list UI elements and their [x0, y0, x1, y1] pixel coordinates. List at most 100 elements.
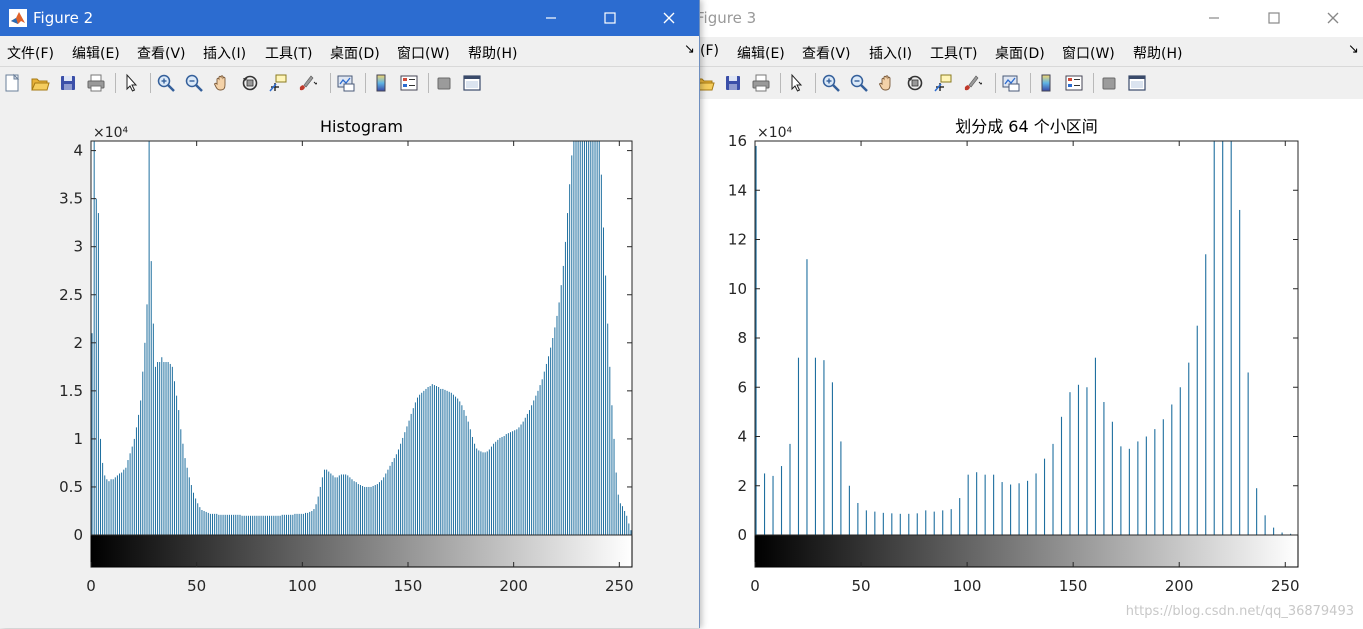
histogram-bar	[258, 515, 260, 535]
histogram-bar	[378, 482, 380, 535]
histogram-plot[interactable]: 0 0.5 1 1.5 2 2.5 3 3.5 4 0 50 100 150 200 250 ×10⁴ Hist…	[0, 99, 698, 628]
pointer-button[interactable]	[785, 72, 807, 94]
link-plot-button[interactable]	[335, 72, 357, 94]
histogram-bar	[397, 449, 399, 535]
histogram-bar	[1273, 527, 1275, 535]
histogram-bar	[497, 439, 499, 535]
zoom-out-button[interactable]	[848, 72, 870, 94]
histogram-bar	[438, 387, 440, 535]
menu-edit[interactable]: 编辑(E)	[72, 43, 120, 63]
figure-toolbar	[700, 66, 1363, 100]
histogram-bar	[250, 515, 252, 535]
show-plot-tools-button[interactable]	[1126, 72, 1148, 94]
hide-plot-tools-button[interactable]	[1098, 72, 1120, 94]
legend-button[interactable]	[1063, 72, 1085, 94]
zoom-in-button[interactable]	[820, 72, 842, 94]
menu-help[interactable]: 帮助(H)	[1133, 43, 1182, 63]
data-cursor-button[interactable]	[267, 72, 289, 94]
maximize-button[interactable]	[587, 0, 633, 36]
histogram-bar	[1069, 392, 1071, 535]
histogram-bar	[281, 514, 283, 535]
zoom-out-button[interactable]	[183, 72, 205, 94]
colorbar-button[interactable]	[370, 72, 392, 94]
histogram-bar	[222, 514, 224, 535]
histogram-bar	[1205, 254, 1207, 535]
histogram-bar	[916, 513, 918, 535]
menu-tools[interactable]: 工具(T)	[930, 43, 977, 63]
histogram-bar	[545, 363, 547, 535]
menu-desktop[interactable]: 桌面(D)	[995, 43, 1045, 63]
menu-file[interactable]: 文件(F)	[7, 43, 54, 63]
binned-histogram-plot[interactable]: 0 2 4 6 8 10 12 14 16 0 50 100 150 200 250 ×10⁴ 划分成 64 个…	[700, 99, 1363, 629]
x-tick-label: 100	[288, 577, 317, 595]
histogram-bar	[1145, 436, 1147, 535]
brush-button[interactable]	[295, 72, 317, 94]
histogram-bar	[226, 514, 228, 535]
menu-insert[interactable]: 插入(I)	[203, 43, 246, 63]
histogram-bar	[522, 421, 524, 535]
pointer-button[interactable]	[120, 72, 142, 94]
colorbar-button[interactable]	[1035, 72, 1057, 94]
close-button[interactable]	[646, 0, 692, 36]
menu-file[interactable]: (F)	[700, 43, 719, 59]
histogram-bar	[173, 381, 175, 535]
rotate-3d-button[interactable]	[904, 72, 926, 94]
menu-edit[interactable]: 编辑(E)	[737, 43, 785, 63]
toolbar-separator	[1093, 73, 1094, 93]
data-cursor-button[interactable]	[932, 72, 954, 94]
new-figure-button[interactable]	[1, 72, 23, 94]
menu-insert[interactable]: 插入(I)	[869, 43, 912, 63]
pan-hand-button[interactable]	[211, 72, 233, 94]
open-file-icon	[31, 78, 50, 91]
menu-window[interactable]: 窗口(W)	[397, 43, 450, 63]
histogram-bar	[108, 481, 110, 535]
print-button[interactable]	[750, 72, 772, 94]
histogram-bar	[493, 443, 495, 535]
histogram-bar	[976, 472, 978, 535]
histogram-bar	[231, 514, 233, 535]
histogram-bar	[588, 141, 590, 535]
hide-plot-tools-icon	[1102, 77, 1116, 90]
legend-button[interactable]	[398, 72, 420, 94]
figure-3-titlebar[interactable]: Figure 3	[700, 0, 1363, 36]
open-file-button[interactable]	[29, 72, 51, 94]
histogram-bar	[275, 515, 277, 535]
menu-window[interactable]: 窗口(W)	[1062, 43, 1115, 63]
menu-view[interactable]: 查看(V)	[137, 43, 186, 63]
zoom-in-button[interactable]	[155, 72, 177, 94]
menu-tools[interactable]: 工具(T)	[265, 43, 312, 63]
minimize-button[interactable]	[528, 0, 574, 36]
pan-hand-button[interactable]	[876, 72, 898, 94]
rotate-3d-button[interactable]	[239, 72, 261, 94]
menu-help[interactable]: 帮助(H)	[468, 43, 517, 63]
print-icon	[752, 74, 770, 92]
histogram-bar	[624, 510, 626, 535]
link-plot-button[interactable]	[1000, 72, 1022, 94]
maximize-button[interactable]	[1251, 0, 1297, 36]
histogram-bar	[264, 515, 266, 535]
close-button[interactable]	[1310, 0, 1356, 36]
minimize-button[interactable]	[1191, 0, 1237, 36]
figure-2-titlebar[interactable]: Figure 2	[0, 0, 699, 36]
menu-dock-arrow[interactable]: ↘	[684, 42, 695, 57]
save-button[interactable]	[57, 72, 79, 94]
histogram-bar	[182, 443, 184, 535]
save-button[interactable]	[722, 72, 744, 94]
histogram-bar	[324, 469, 326, 535]
menu-dock-arrow[interactable]: ↘	[1348, 42, 1359, 57]
hide-plot-tools-button[interactable]	[433, 72, 455, 94]
show-plot-tools-button[interactable]	[461, 72, 483, 94]
histogram-bar	[277, 515, 279, 535]
menu-desktop[interactable]: 桌面(D)	[330, 43, 380, 63]
brush-button[interactable]	[960, 72, 982, 94]
print-button[interactable]	[85, 72, 107, 94]
histogram-bar	[628, 523, 630, 535]
histogram-bar	[590, 141, 592, 535]
histogram-bar	[763, 473, 766, 535]
open-file-button[interactable]	[700, 72, 716, 94]
menu-view[interactable]: 查看(V)	[802, 43, 851, 63]
histogram-bar	[495, 441, 497, 535]
histogram-bar	[562, 265, 564, 535]
histogram-bar	[429, 386, 431, 535]
histogram-bar	[421, 392, 423, 535]
